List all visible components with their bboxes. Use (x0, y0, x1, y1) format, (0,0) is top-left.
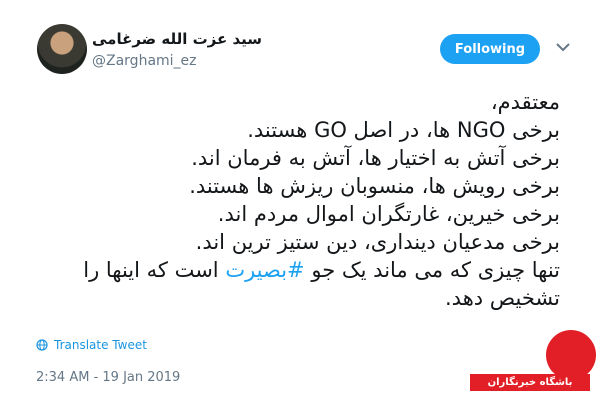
hashtag-link[interactable]: #بصیرت (225, 258, 304, 282)
tweet-text-segment: تنها چیزی که می ماند یک جو (304, 258, 560, 282)
tweet-text-segment: است که اینها را (83, 258, 226, 282)
tweet-line: برخی NGO ها، در اصل GO هستند. (247, 118, 560, 142)
translate-label: Translate Tweet (54, 338, 147, 352)
chevron-down-icon[interactable] (556, 42, 570, 52)
avatar[interactable] (37, 24, 87, 74)
tweet-text: معتقدم، برخی NGO ها، در اصل GO هستند. بر… (35, 88, 560, 312)
user-handle[interactable]: @Zarghami_ez (92, 53, 197, 69)
display-name[interactable]: سید عزت الله ضرغامی (92, 30, 262, 48)
tweet-timestamp[interactable]: 2:34 AM - 19 Jan 2019 (36, 370, 180, 385)
tweet-line: برخی رویش ها، منسوبان ریزش ها هستند. (189, 174, 560, 198)
translate-tweet-link[interactable]: Translate Tweet (36, 338, 147, 352)
globe-icon (36, 339, 48, 351)
tweet-line: معتقدم، (490, 90, 560, 114)
tweet-line: تشخیص دهد. (445, 286, 560, 310)
tweet-line: برخی مدعیان دینداری، دین ستیز ترین اند. (195, 230, 560, 254)
tweet-line: برخی آتش به اختیار ها، آتش به فرمان اند. (191, 146, 560, 170)
watermark-logo (546, 330, 596, 380)
tweet-line: تنها چیزی که می ماند یک جو #بصیرت است که… (35, 256, 560, 284)
watermark-text: باشگاه خبرنگاران (470, 374, 590, 391)
following-button[interactable]: Following (440, 34, 540, 64)
tweet-line: برخی خیرین، غارتگران اموال مردم اند. (217, 202, 560, 226)
